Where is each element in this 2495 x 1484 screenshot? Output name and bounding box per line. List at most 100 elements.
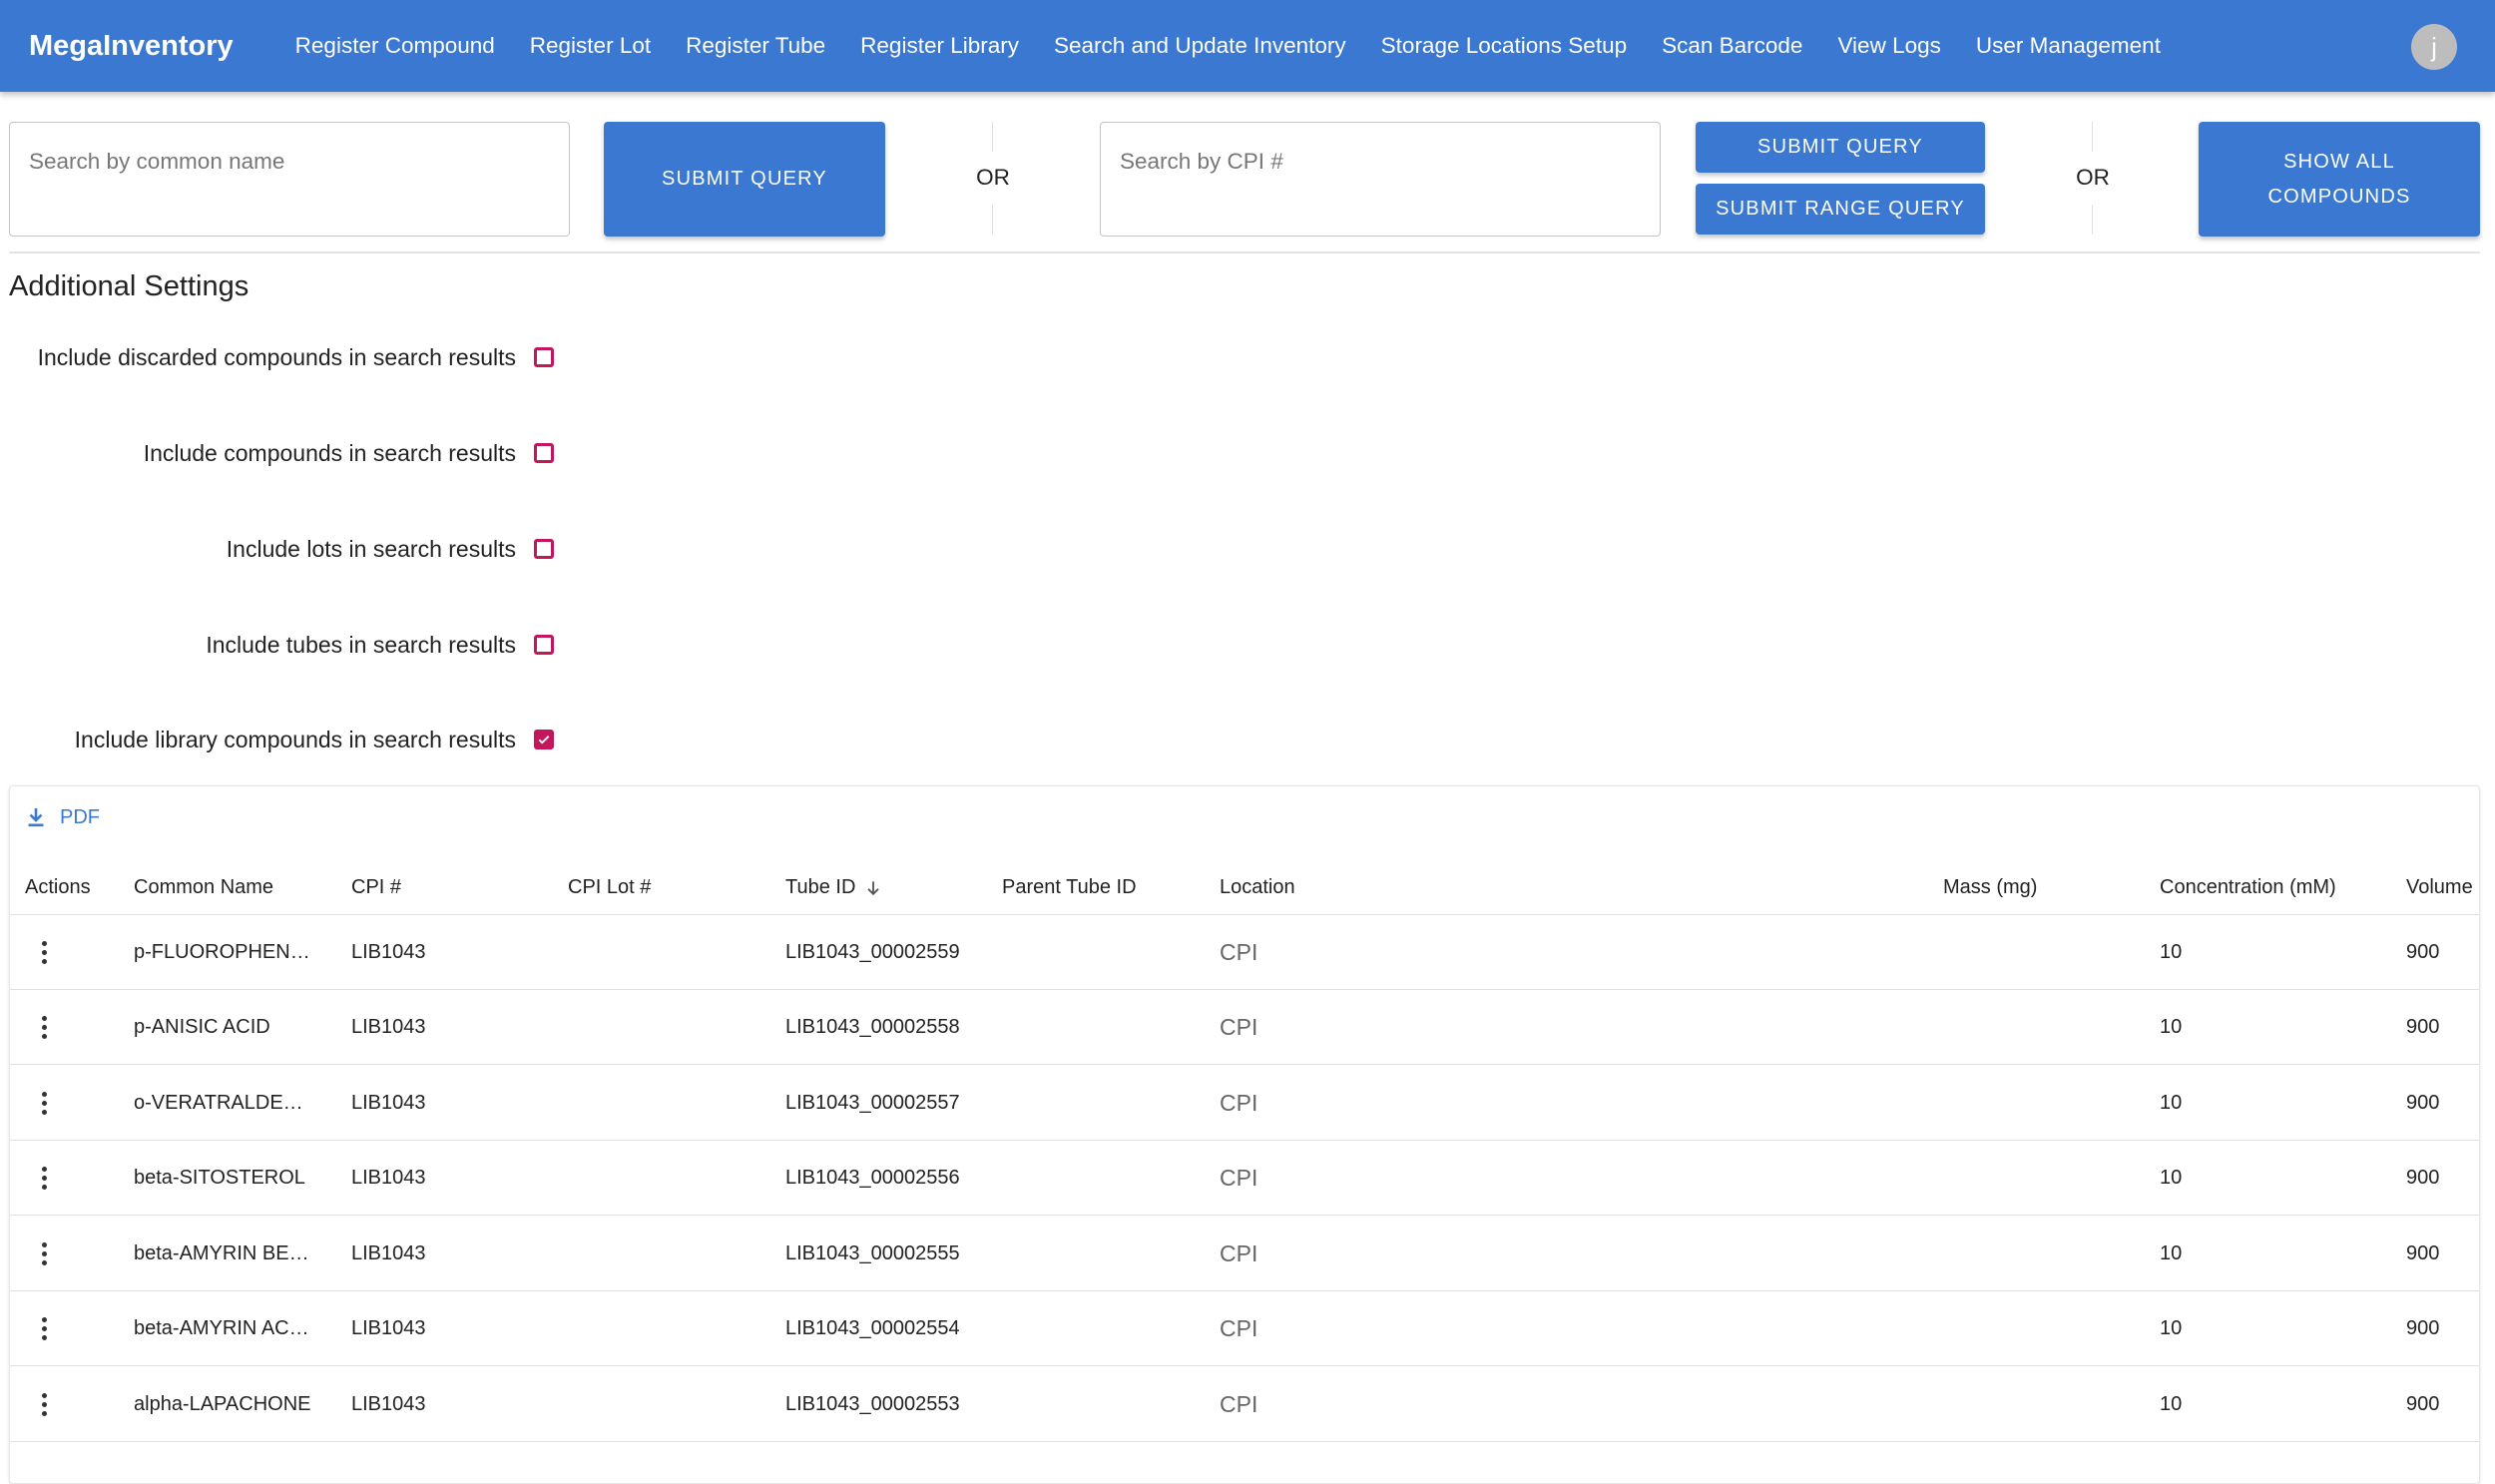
submit-range-query-button[interactable]: SUBMIT RANGE QUERY bbox=[1696, 184, 1985, 235]
cell-tube-id: LIB1043_00002556 bbox=[785, 1167, 960, 1189]
show-all-compounds-button[interactable]: SHOW ALL COMPOUNDS bbox=[2199, 122, 2480, 237]
setting-include-discarded: Include discarded compounds in search re… bbox=[0, 337, 554, 377]
checkmark-icon bbox=[538, 736, 550, 744]
setting-label: Include tubes in search results bbox=[206, 631, 516, 658]
table-row[interactable]: alpha-LAPACHONE LIB1043 LIB1043_00002553… bbox=[10, 1367, 2479, 1442]
cell-common-name: p-FLUOROPHEN… bbox=[134, 941, 310, 963]
column-header-tube-id-label: Tube ID bbox=[785, 876, 856, 898]
show-all-label-line2: COMPOUNDS bbox=[2267, 185, 2411, 208]
column-header-parent-tube-id[interactable]: Parent Tube ID bbox=[1002, 861, 1137, 914]
table-row[interactable]: p-FLUOROPHEN… LIB1043 LIB1043_00002559 C… bbox=[10, 915, 2479, 990]
include-compounds-checkbox[interactable] bbox=[534, 443, 554, 463]
cell-concentration: 10 bbox=[2160, 1016, 2183, 1038]
row-actions-menu-icon[interactable] bbox=[40, 1016, 50, 1040]
setting-include-lots: Include lots in search results bbox=[0, 529, 554, 569]
nav-storage-locations-setup[interactable]: Storage Locations Setup bbox=[1381, 33, 1627, 59]
cell-tube-id: LIB1043_00002558 bbox=[785, 1016, 960, 1038]
cell-cpi: LIB1043 bbox=[351, 1317, 426, 1339]
cell-tube-id: LIB1043_00002553 bbox=[785, 1393, 960, 1415]
setting-label: Include discarded compounds in search re… bbox=[37, 343, 516, 370]
nav-register-lot[interactable]: Register Lot bbox=[530, 33, 651, 59]
nav-user-management[interactable]: User Management bbox=[1976, 33, 2161, 59]
table-header: Actions Common Name CPI # CPI Lot # Tube… bbox=[10, 861, 2479, 915]
row-actions-menu-icon[interactable] bbox=[40, 1092, 50, 1116]
arrow-down-icon[interactable] bbox=[863, 878, 883, 898]
column-header-common-name[interactable]: Common Name bbox=[134, 861, 273, 914]
table-row[interactable]: p-ANISIC ACID LIB1043 LIB1043_00002558 C… bbox=[10, 990, 2479, 1065]
include-tubes-checkbox[interactable] bbox=[534, 635, 554, 655]
cell-volume: 900 bbox=[2406, 1317, 2440, 1339]
submit-cpi-query-button[interactable]: SUBMIT QUERY bbox=[1696, 122, 1985, 173]
nav-search-update-inventory[interactable]: Search and Update Inventory bbox=[1054, 33, 1346, 59]
cell-volume: 900 bbox=[2406, 1167, 2440, 1189]
user-avatar[interactable]: j bbox=[2411, 24, 2457, 70]
submit-query-button[interactable]: SUBMIT QUERY bbox=[604, 122, 885, 237]
app-bar: MegaInventory Register Compound Register… bbox=[0, 0, 2495, 92]
cell-location: CPI bbox=[1220, 1090, 1258, 1116]
column-header-actions[interactable]: Actions bbox=[25, 861, 91, 914]
column-header-concentration[interactable]: Concentration (mM) bbox=[2160, 861, 2336, 914]
download-icon bbox=[28, 808, 44, 827]
row-actions-menu-icon[interactable] bbox=[40, 1317, 50, 1341]
cell-cpi: LIB1043 bbox=[351, 1092, 426, 1114]
cpi-search-input[interactable] bbox=[1101, 123, 1660, 175]
additional-settings-title: Additional Settings bbox=[9, 270, 250, 302]
cell-volume: 900 bbox=[2406, 1092, 2440, 1114]
cpi-field bbox=[1100, 122, 1661, 237]
cell-tube-id: LIB1043_00002554 bbox=[785, 1317, 960, 1339]
export-pdf-label: PDF bbox=[60, 805, 100, 828]
table-row[interactable]: o-VERATRALDE… LIB1043 LIB1043_00002557 C… bbox=[10, 1066, 2479, 1141]
setting-label: Include library compounds in search resu… bbox=[74, 726, 516, 752]
table-row[interactable]: beta-AMYRIN BE… LIB1043 LIB1043_00002555… bbox=[10, 1217, 2479, 1291]
cell-location: CPI bbox=[1220, 1315, 1258, 1341]
cell-concentration: 10 bbox=[2160, 1092, 2183, 1114]
column-header-location[interactable]: Location bbox=[1220, 861, 1295, 914]
setting-include-library-compounds: Include library compounds in search resu… bbox=[0, 720, 554, 759]
nav-register-compound[interactable]: Register Compound bbox=[295, 33, 495, 59]
setting-label: Include lots in search results bbox=[226, 535, 516, 562]
cell-location: CPI bbox=[1220, 1240, 1258, 1266]
cell-tube-id: LIB1043_00002557 bbox=[785, 1092, 960, 1114]
app-brand[interactable]: MegaInventory bbox=[29, 30, 234, 63]
nav-scan-barcode[interactable]: Scan Barcode bbox=[1662, 33, 1802, 59]
common-name-search-input[interactable] bbox=[10, 123, 569, 175]
include-library-compounds-checkbox[interactable] bbox=[534, 730, 554, 749]
row-actions-menu-icon[interactable] bbox=[40, 1393, 50, 1417]
cell-concentration: 10 bbox=[2160, 1393, 2183, 1415]
column-header-tube-id[interactable]: Tube ID bbox=[785, 861, 883, 914]
setting-include-tubes: Include tubes in search results bbox=[0, 625, 554, 665]
nav-view-logs[interactable]: View Logs bbox=[1837, 33, 1940, 59]
show-all-label-line1: SHOW ALL bbox=[2283, 150, 2395, 173]
include-discarded-checkbox[interactable] bbox=[534, 347, 554, 367]
column-header-mass[interactable]: Mass (mg) bbox=[1943, 861, 2037, 914]
row-actions-menu-icon[interactable] bbox=[40, 941, 50, 965]
cell-cpi: LIB1043 bbox=[351, 1242, 426, 1264]
row-actions-menu-icon[interactable] bbox=[40, 1167, 50, 1191]
cell-volume: 900 bbox=[2406, 1242, 2440, 1264]
cell-common-name: beta-SITOSTEROL bbox=[134, 1167, 305, 1189]
row-actions-menu-icon[interactable] bbox=[40, 1242, 50, 1266]
or-label-1: OR bbox=[976, 165, 1010, 190]
column-header-volume[interactable]: Volume bbox=[2406, 861, 2473, 914]
cell-location: CPI bbox=[1220, 939, 1258, 965]
or-label-2: OR bbox=[2076, 165, 2110, 190]
cell-concentration: 10 bbox=[2160, 1317, 2183, 1339]
results-table: PDF Actions Common Name CPI # CPI Lot # … bbox=[9, 785, 2480, 1484]
cell-tube-id: LIB1043_00002559 bbox=[785, 941, 960, 963]
cell-common-name: o-VERATRALDE… bbox=[134, 1092, 303, 1114]
setting-label: Include compounds in search results bbox=[143, 439, 516, 466]
or-separator-2: OR bbox=[2063, 122, 2123, 235]
table-row[interactable]: beta-AMYRIN AC… LIB1043 LIB1043_00002554… bbox=[10, 1291, 2479, 1366]
table-row[interactable]: beta-SITOSTEROL LIB1043 LIB1043_00002556… bbox=[10, 1141, 2479, 1216]
column-header-cpi-lot[interactable]: CPI Lot # bbox=[568, 861, 651, 914]
cell-location: CPI bbox=[1220, 1014, 1258, 1040]
cell-tube-id: LIB1043_00002555 bbox=[785, 1242, 960, 1264]
setting-include-compounds: Include compounds in search results bbox=[0, 433, 554, 473]
cell-cpi: LIB1043 bbox=[351, 1167, 426, 1189]
cell-location: CPI bbox=[1220, 1391, 1258, 1417]
column-header-cpi[interactable]: CPI # bbox=[351, 861, 401, 914]
include-lots-checkbox[interactable] bbox=[534, 539, 554, 559]
nav-register-tube[interactable]: Register Tube bbox=[686, 33, 825, 59]
nav-register-library[interactable]: Register Library bbox=[860, 33, 1019, 59]
export-pdf-button[interactable]: PDF bbox=[24, 802, 100, 832]
